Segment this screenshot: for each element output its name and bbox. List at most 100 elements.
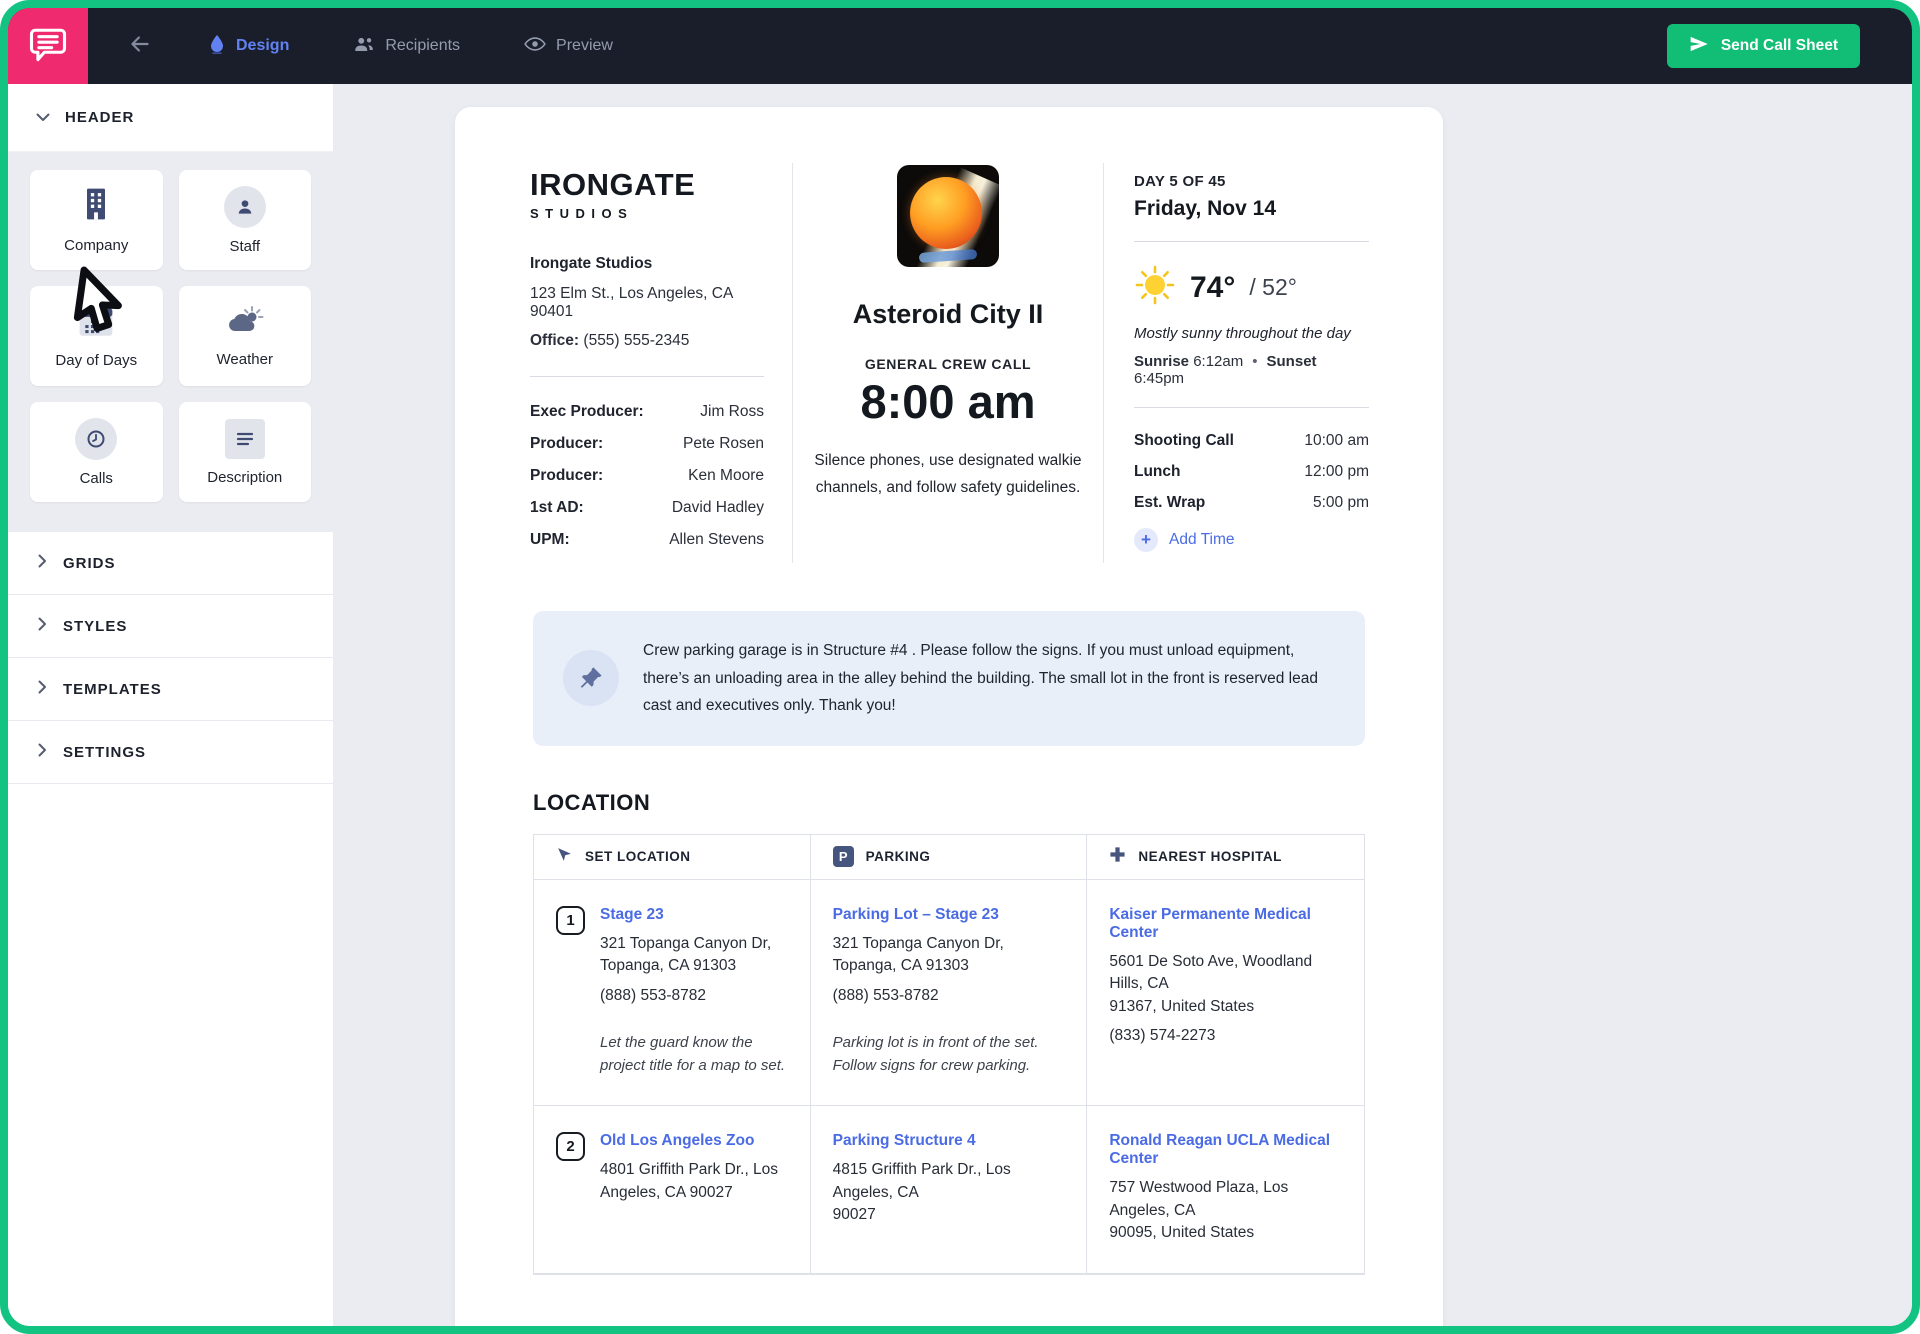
crew-role: 1st AD: xyxy=(530,499,584,517)
calendar-icon xyxy=(77,303,115,342)
company-office: Office: (555) 555-2345 xyxy=(530,332,764,350)
divider xyxy=(1134,241,1369,242)
note-text: Crew parking garage is in Structure #4 .… xyxy=(643,637,1335,720)
crew-row: UPM:Allen Stevens xyxy=(530,531,764,549)
schedule-time: 5:00 pm xyxy=(1313,494,1369,512)
pushpin-icon xyxy=(563,650,619,706)
pinned-note[interactable]: Crew parking garage is in Structure #4 .… xyxy=(533,611,1365,746)
sidebar-section-styles[interactable]: STYLES xyxy=(8,595,333,658)
hospital-phone: (833) 574-2273 xyxy=(1109,1027,1342,1045)
schedule-row: Shooting Call10:00 am xyxy=(1134,432,1369,450)
weather-row: 74° / 52° xyxy=(1134,264,1369,311)
day-count: DAY 5 OF 45 xyxy=(1134,173,1369,190)
call-sheet-card[interactable]: IRONGATE STUDIOS Irongate Studios 123 El… xyxy=(455,107,1443,1326)
person-icon xyxy=(224,186,266,228)
sidebar-section-settings[interactable]: SETTINGS xyxy=(8,721,333,784)
location-row: 2 Old Los Angeles Zoo 4801 Griffith Park… xyxy=(534,1106,1364,1273)
tile-day-of-days[interactable]: Day of Days xyxy=(30,286,163,386)
schedule-time: 10:00 am xyxy=(1304,432,1369,450)
set-location-cell: 2 Old Los Angeles Zoo 4801 Griffith Park… xyxy=(534,1106,811,1272)
schedule-time: 12:00 pm xyxy=(1304,463,1369,481)
tab-design[interactable]: Design xyxy=(208,34,289,59)
schedule-row: Est. Wrap5:00 pm xyxy=(1134,494,1369,512)
crew-name: David Hadley xyxy=(672,499,764,517)
hospital-link[interactable]: Kaiser Permanente Medical Center xyxy=(1109,906,1342,942)
sidebar-templates-label: TEMPLATES xyxy=(63,681,162,698)
sidebar: HEADER Company Staff xyxy=(8,84,333,1326)
crew-name: Pete Rosen xyxy=(683,435,764,453)
tile-weather[interactable]: Weather xyxy=(179,286,312,386)
set-location-address: 4801 Griffith Park Dr., LosAngeles, CA 9… xyxy=(600,1159,778,1204)
droplet-icon xyxy=(208,34,226,59)
tile-calls[interactable]: Calls xyxy=(30,402,163,502)
company-name: Irongate Studios xyxy=(530,255,764,273)
set-location-link[interactable]: Stage 23 xyxy=(600,906,788,924)
add-time-button[interactable]: + Add Time xyxy=(1134,528,1369,552)
parking-link[interactable]: Parking Structure 4 xyxy=(833,1132,1065,1150)
building-icon xyxy=(80,186,112,227)
chevron-right-icon xyxy=(38,617,47,636)
divider xyxy=(530,376,764,377)
column-header-set-location: SET LOCATION xyxy=(534,835,811,879)
send-call-sheet-button[interactable]: Send Call Sheet xyxy=(1667,24,1860,68)
hospital-address: 757 Westwood Plaza, Los Angeles, CA90095… xyxy=(1109,1177,1342,1244)
parking-link[interactable]: Parking Lot – Stage 23 xyxy=(833,906,1065,924)
sidebar-styles-label: STYLES xyxy=(63,618,127,635)
crew-call-label: GENERAL CREW CALL xyxy=(865,356,1031,372)
tile-staff[interactable]: Staff xyxy=(179,170,312,270)
set-location-note: Let the guard know the project title for… xyxy=(600,1031,788,1078)
sheet-header: IRONGATE STUDIOS Irongate Studios 123 El… xyxy=(455,163,1443,563)
tab-preview[interactable]: Preview xyxy=(524,36,613,57)
tab-recipients[interactable]: Recipients xyxy=(353,35,460,58)
temp-low: / 52° xyxy=(1249,274,1297,301)
location-number-badge: 1 xyxy=(556,906,585,935)
sidebar-header-label: HEADER xyxy=(65,109,134,126)
company-logo-text: IRONGATE xyxy=(530,167,764,203)
hospital-cell: Kaiser Permanente Medical Center 5601 De… xyxy=(1087,880,1364,1105)
company-address: 123 Elm St., Los Angeles, CA 90401 xyxy=(530,285,764,321)
chevron-right-icon xyxy=(38,743,47,762)
location-row: 1 Stage 23 321 Topanga Canyon Dr,Topanga… xyxy=(534,880,1364,1106)
sidebar-section-header[interactable]: HEADER xyxy=(8,84,333,152)
speech-bubble-logo-icon xyxy=(26,22,70,71)
sunset-time: 6:45pm xyxy=(1134,370,1184,387)
location-table-header: SET LOCATION P PARKING NEAREST HOSPITAL xyxy=(534,835,1364,880)
set-location-link[interactable]: Old Los Angeles Zoo xyxy=(600,1132,778,1150)
shoot-date: Friday, Nov 14 xyxy=(1134,197,1369,221)
tile-description[interactable]: Description xyxy=(179,402,312,502)
column-header-label: NEAREST HOSPITAL xyxy=(1138,849,1282,864)
crew-list: Exec Producer:Jim Ross Producer:Pete Ros… xyxy=(530,403,764,549)
tile-day-of-days-label: Day of Days xyxy=(55,352,137,369)
sidebar-section-grids[interactable]: GRIDS xyxy=(8,532,333,595)
tab-recipients-label: Recipients xyxy=(385,37,460,55)
app-logo[interactable] xyxy=(8,8,88,84)
chevron-down-icon xyxy=(36,109,50,127)
sidebar-section-templates[interactable]: TEMPLATES xyxy=(8,658,333,721)
production-column: Asteroid City II GENERAL CREW CALL 8:00 … xyxy=(793,163,1104,563)
add-time-label: Add Time xyxy=(1169,531,1234,549)
header-tiles-panel: Company Staff Day of Days xyxy=(8,152,333,532)
tile-weather-label: Weather xyxy=(217,351,273,368)
column-header-nearest-hospital: NEAREST HOSPITAL xyxy=(1087,835,1364,879)
column-header-label: SET LOCATION xyxy=(585,849,691,864)
topbar: Design Recipients Preview Send Call Shee… xyxy=(8,8,1912,84)
crew-role: Producer: xyxy=(530,467,603,485)
crew-row: Producer:Ken Moore xyxy=(530,467,764,485)
parking-cell: Parking Structure 4 4815 Griffith Park D… xyxy=(811,1106,1088,1272)
hospital-link[interactable]: Ronald Reagan UCLA Medical Center xyxy=(1109,1132,1342,1168)
weather-description: Mostly sunny throughout the day xyxy=(1134,325,1369,342)
hospital-address: 5601 De Soto Ave, Woodland Hills, CA9136… xyxy=(1109,951,1342,1018)
production-title: Asteroid City II xyxy=(853,299,1044,330)
chevron-right-icon xyxy=(38,680,47,699)
topbar-tabs: Design Recipients Preview xyxy=(208,34,613,59)
send-button-label: Send Call Sheet xyxy=(1721,37,1838,55)
send-icon xyxy=(1689,34,1709,59)
office-phone: (555) 555-2345 xyxy=(583,332,689,349)
cloud-sun-icon xyxy=(225,304,265,341)
schedule-row: Lunch12:00 pm xyxy=(1134,463,1369,481)
tile-company[interactable]: Company xyxy=(30,170,163,270)
divider xyxy=(1134,407,1369,408)
back-button[interactable] xyxy=(120,31,160,62)
people-icon xyxy=(353,35,375,58)
location-number-badge: 2 xyxy=(556,1132,585,1161)
